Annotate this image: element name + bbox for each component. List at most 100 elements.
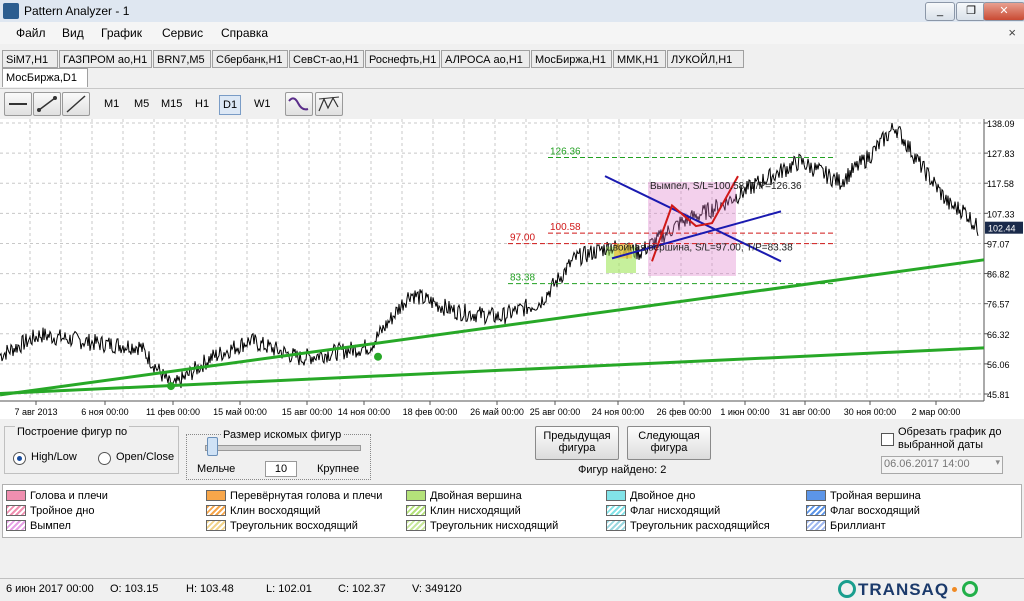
menu-file[interactable]: Файл [16,26,46,40]
menu-service[interactable]: Сервис [162,26,203,40]
close-button[interactable]: ✕ [983,2,1024,21]
x-tick-label: 25 авг 00:00 [530,407,581,417]
wave-icon [288,97,309,111]
horizontal-line-icon [9,103,27,105]
x-tick-label: 2 мар 00:00 [912,407,961,417]
status-bar: 6 июн 2017 00:00 O: 103.15 H: 103.48 L: … [0,578,1024,601]
y-tick-label: 56.06 [987,360,1010,370]
symbol-tabs: SiM7,H1 ГАЗПРОМ ао,H1 BRN7,M5 Сбербанк,H… [2,48,1022,88]
double-top-annotation: Двойная вершина, S/L=97.00, T/P=83.38 [606,243,793,254]
crop-checkbox[interactable] [881,433,894,446]
legend-swatch-14 [806,520,826,531]
legend-swatch-6 [206,505,226,516]
build-group-title: Построение фигур по [15,426,130,438]
size-group-title: Размер искомых фигур [221,429,344,441]
tab-lukoil[interactable]: ЛУКОЙЛ,H1 [667,50,744,68]
status-date: 6 июн 2017 00:00 [6,583,94,595]
timeframe-h1[interactable]: H1 [192,95,212,113]
tab-sberbank[interactable]: Сбербанк,H1 [212,50,288,68]
brand-q-icon [962,581,978,597]
x-tick-label: 15 авг 00:00 [282,407,333,417]
date-dropdown-icon[interactable]: ▾ [995,457,1000,468]
legend-swatch-4 [806,490,826,501]
indicator-tool[interactable] [285,92,313,116]
legend-label: Флаг восходящий [830,505,920,517]
y-tick-label: 86.82 [987,270,1010,280]
legend-label: Перевёрнутая голова и плечи [230,490,383,502]
y-tick-label: 45.81 [987,390,1010,400]
prev-figure-button[interactable]: Предыдущая фигура [535,426,619,460]
tab-gazprom[interactable]: ГАЗПРОМ ао,H1 [59,50,152,68]
status-high: H: 103.48 [186,583,234,595]
radio-highlow[interactable] [13,452,26,465]
legend-swatch-0 [6,490,26,501]
x-tick-label: 15 май 00:00 [213,407,267,417]
legend-swatch-9 [806,505,826,516]
timeframe-w1[interactable]: W1 [251,95,274,113]
timeframe-d1[interactable]: D1 [219,95,242,115]
trend-line-lower [0,346,985,395]
y-tick-label: 117.58 [987,179,1014,189]
price-chart[interactable]: 138.09 127.83 117.58 107.33 97.07 86.82 76.57 6… [0,119,1024,419]
controls-panel: Построение фигур по High/Low Open/Close … [0,420,1024,480]
timeframe-m5[interactable]: M5 [131,95,152,113]
horizontal-line-tool[interactable] [4,92,32,116]
x-tick-label: 31 авг 00:00 [780,407,831,417]
legend-label: Флаг нисходящий [630,505,721,517]
pattern-icon [318,96,340,112]
pattern-tool[interactable] [315,92,343,116]
size-value[interactable]: 10 [265,461,297,477]
app-icon [3,3,19,19]
timeframe-m15[interactable]: M15 [158,95,185,113]
legend-label: Треугольник восходящий [230,520,358,532]
legend-label: Бриллиант [830,520,886,532]
menu-chart[interactable]: График [101,26,142,40]
trend-line-upper [0,258,985,397]
y-tick-label: 107.33 [987,209,1015,219]
tab-alrosa[interactable]: АЛРОСА ао,H1 [441,50,530,68]
tab-mmk[interactable]: ММК,H1 [613,50,666,68]
trend-anchor-point [374,352,382,361]
next-figure-button[interactable]: Следующая фигура [627,426,711,460]
close-document-icon[interactable]: × [1008,25,1016,40]
tab-rosneft[interactable]: Роснефть,H1 [365,50,440,68]
minimize-button[interactable]: _ [925,2,955,21]
segment-tool[interactable] [33,92,61,116]
pennant-highlight-box [648,181,736,276]
x-tick-label: 14 ноя 00:00 [338,407,390,417]
legend-swatch-1 [206,490,226,501]
trendline-tool[interactable] [62,92,90,116]
status-low: L: 102.01 [266,583,312,595]
legend-label: Вымпел [30,520,71,532]
radio-openclose-label: Open/Close [116,451,175,463]
menu-bar: Файл Вид График Сервис Справка × [0,22,1024,44]
legend-label: Клин восходящий [230,505,321,517]
x-tick-label: 30 ноя 00:00 [844,407,896,417]
legend-label: Треугольник нисходящий [430,520,559,532]
x-tick-label: 7 авг 2013 [14,407,57,417]
smaller-label: Мельче [197,463,236,475]
tab-mosbirzha-d1[interactable]: МосБиржа,D1 [2,68,88,87]
legend-swatch-10 [6,520,26,531]
crop-date-picker[interactable]: 06.06.2017 14:00 ▾ [881,456,1003,474]
menu-view[interactable]: Вид [62,26,84,40]
size-slider-thumb[interactable] [207,437,218,456]
chart-canvas[interactable]: 138.09 127.83 117.58 107.33 97.07 86.82 76.57 6… [0,119,1024,419]
tab-sim7[interactable]: SiM7,H1 [2,50,58,68]
y-tick-label: 127.83 [987,149,1015,159]
radio-openclose[interactable] [98,452,111,465]
tab-brn7[interactable]: BRN7,M5 [153,50,211,68]
legend-swatch-2 [406,490,426,501]
price-series-line [0,122,979,389]
crop-label: Обрезать график до выбранной даты [898,426,1002,451]
tab-sevst[interactable]: СевСт-ао,H1 [289,50,364,68]
restore-button[interactable]: ❐ [956,2,986,21]
legend-swatch-11 [206,520,226,531]
size-slider-track[interactable] [205,445,361,451]
x-tick-label: 6 ноя 00:00 [81,407,128,417]
timeframe-m1[interactable]: M1 [101,95,122,113]
tab-mosbirzha-h1[interactable]: МосБиржа,H1 [531,50,612,68]
legend-swatch-12 [406,520,426,531]
menu-help[interactable]: Справка [221,26,268,40]
legend-swatch-13 [606,520,626,531]
